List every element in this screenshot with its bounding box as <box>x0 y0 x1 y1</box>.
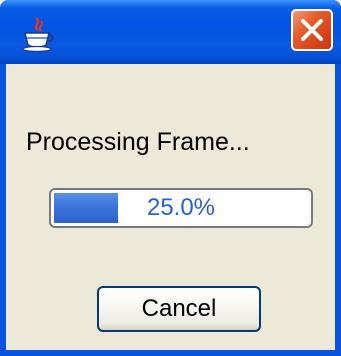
java-cup-icon <box>18 14 58 54</box>
status-message: Processing Frame... <box>26 128 250 156</box>
title-bar[interactable] <box>0 0 341 64</box>
dialog-body: Processing Frame... 25.0% Cancel <box>6 64 335 350</box>
progress-bar: 25.0% <box>49 188 313 228</box>
progress-dialog-window: Processing Frame... 25.0% Cancel <box>0 0 341 356</box>
cancel-button[interactable]: Cancel <box>97 286 261 332</box>
progress-percent-text: 25.0% <box>146 194 216 221</box>
close-button[interactable] <box>291 9 333 51</box>
